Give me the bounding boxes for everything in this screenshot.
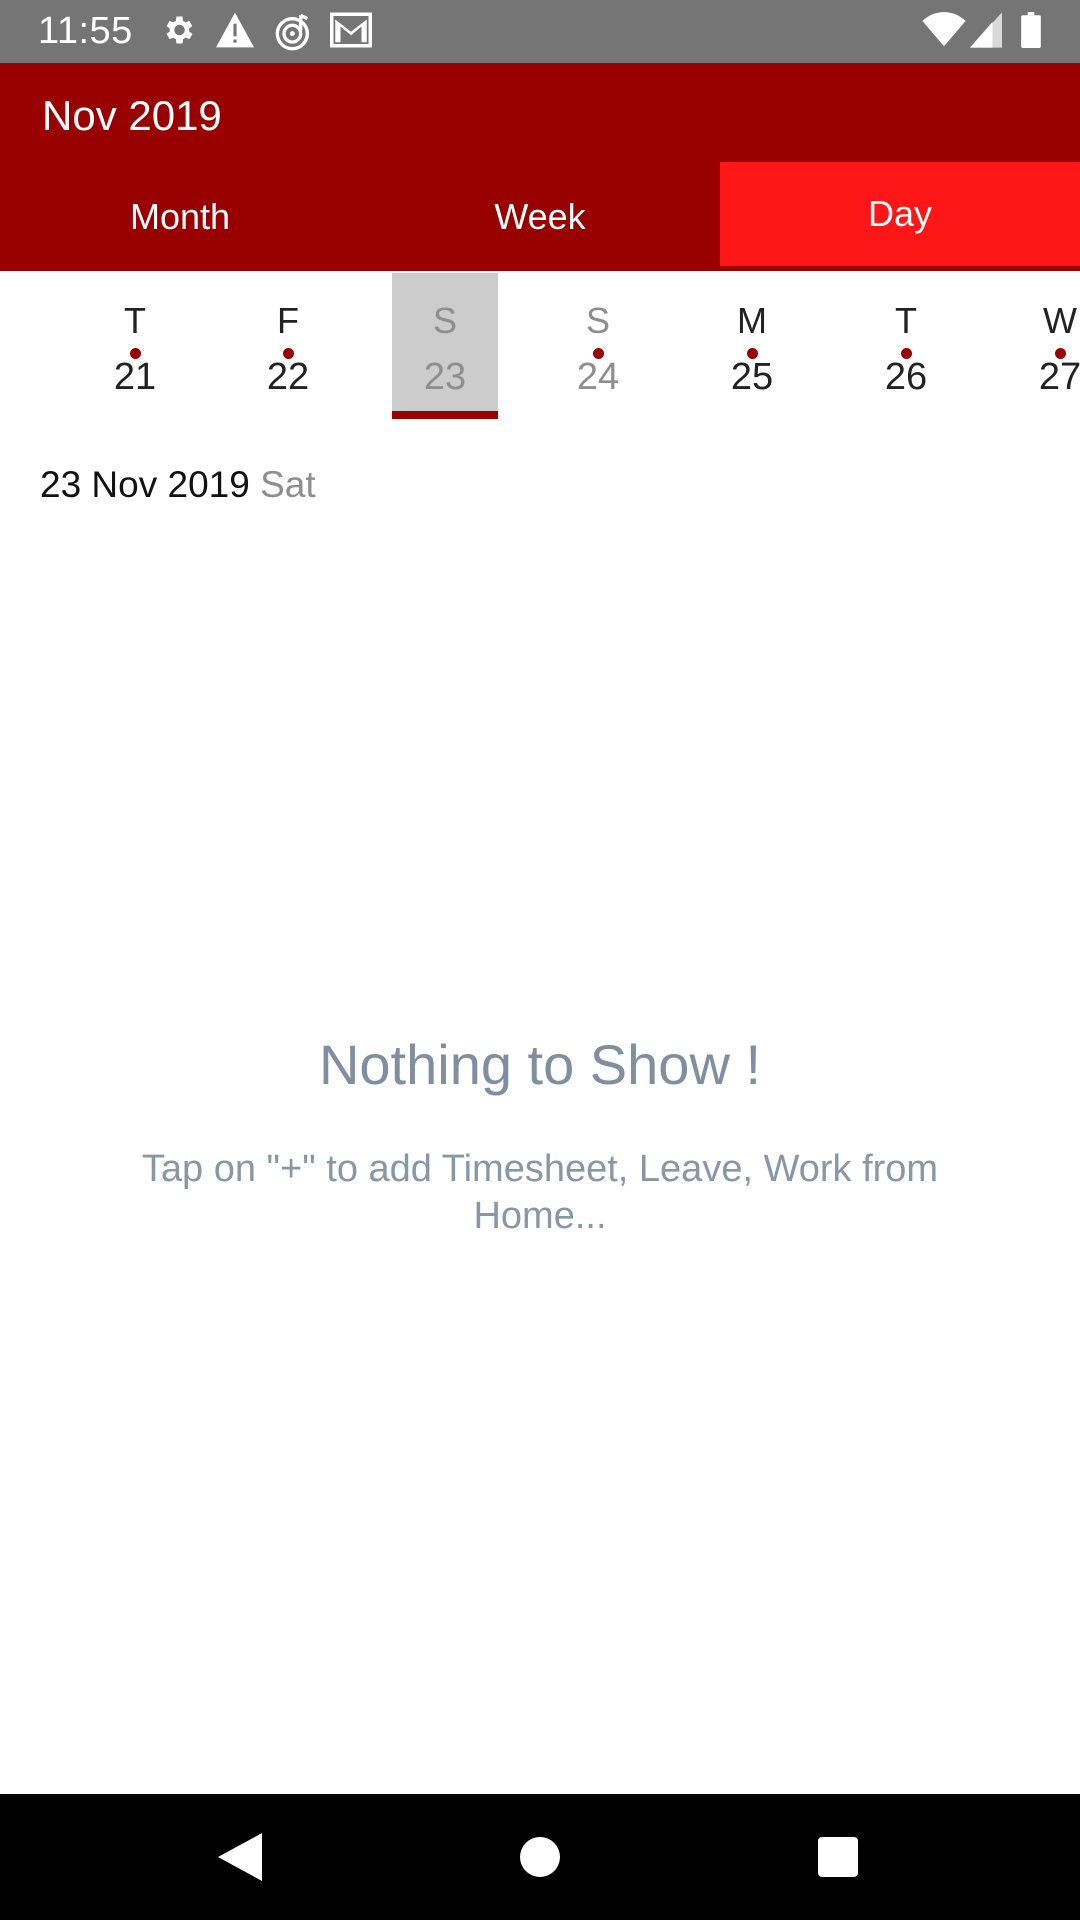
- warning-icon: [216, 12, 254, 48]
- selected-weekday: Sat: [260, 464, 316, 505]
- status-time: 11:55: [38, 10, 133, 52]
- music-radar-icon: [275, 13, 309, 51]
- day-cell-26[interactable]: T 26: [853, 273, 959, 419]
- day-number: 22: [266, 356, 310, 398]
- home-circle-icon: [520, 1837, 560, 1877]
- back-button[interactable]: [170, 1794, 310, 1920]
- day-weekday: M: [737, 300, 767, 341]
- selected-day-indicator: [392, 411, 498, 419]
- day-number: 26: [884, 356, 928, 398]
- status-bar: 11:55: [0, 0, 1080, 63]
- day-weekday: F: [277, 300, 299, 341]
- home-button[interactable]: [470, 1794, 610, 1920]
- wifi-icon: [922, 12, 966, 47]
- day-cell-25[interactable]: M 25: [699, 273, 805, 419]
- day-number: 23: [423, 356, 467, 398]
- recents-square-icon: [818, 1837, 858, 1877]
- day-cell-22[interactable]: F 22: [235, 273, 341, 419]
- week-strip: T 21 F 22 S 23 S 24 M 25 T 26 W 27: [0, 271, 1080, 421]
- tab-week[interactable]: Week: [360, 162, 720, 271]
- day-cell-27[interactable]: W 27: [1007, 273, 1080, 419]
- day-number: 27: [1038, 356, 1080, 398]
- day-weekday: T: [895, 300, 917, 341]
- tab-day[interactable]: Day: [720, 162, 1080, 266]
- selected-date: 23 Nov 2019: [40, 464, 250, 505]
- settings-gear-icon: [166, 16, 193, 44]
- day-cell-21[interactable]: T 21: [82, 273, 188, 419]
- selected-date-heading: 23 Nov 2019 Sat: [40, 462, 316, 508]
- system-nav-bar: [0, 1794, 1080, 1920]
- signal-icon: [970, 12, 1002, 48]
- recents-button[interactable]: [768, 1794, 908, 1920]
- app-header: Nov 2019 Month Week Day: [0, 63, 1080, 271]
- day-number: 25: [730, 356, 774, 398]
- day-cell-24[interactable]: S 24: [545, 273, 651, 419]
- day-weekday: T: [124, 300, 146, 341]
- day-weekday: S: [432, 300, 457, 341]
- day-weekday: S: [585, 300, 610, 341]
- view-tabs: Month Week Day: [0, 162, 1080, 271]
- day-number: 21: [113, 356, 157, 398]
- day-number: 24: [576, 356, 620, 398]
- day-weekday: W: [1043, 300, 1077, 341]
- empty-state-title: Nothing to Show !: [318, 1033, 762, 1096]
- empty-state-message: Tap on "+" to add Timesheet, Leave, Work…: [141, 1148, 939, 1237]
- back-triangle-icon: [218, 1833, 262, 1881]
- battery-icon: [1021, 12, 1041, 48]
- day-cell-23-selected[interactable]: S 23: [392, 273, 498, 419]
- tab-month[interactable]: Month: [0, 162, 360, 271]
- month-year-title: Nov 2019: [42, 92, 222, 139]
- gmail-icon: [330, 12, 372, 48]
